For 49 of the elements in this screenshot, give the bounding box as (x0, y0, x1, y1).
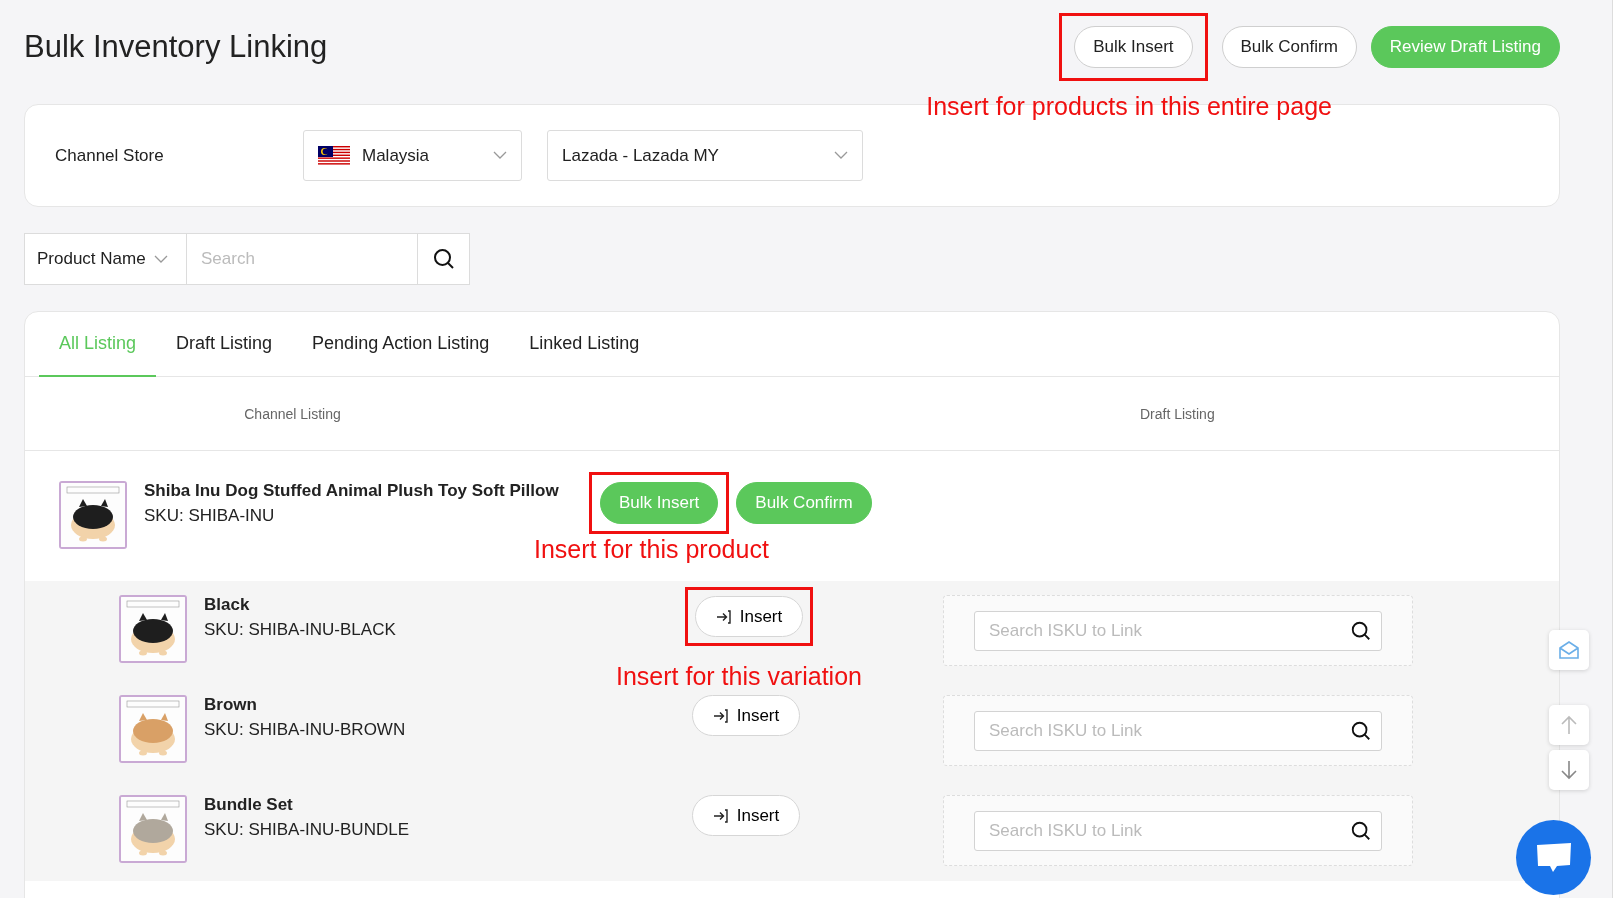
column-header: Draft Listing (1140, 405, 1215, 422)
variation-sku: SKU: SHIBA-INU-BLACK (204, 620, 397, 640)
arrow-up-icon (1560, 715, 1578, 735)
search-icon (1350, 819, 1372, 842)
field-label: Channel Store (55, 145, 165, 166)
field-select[interactable]: Product Name (24, 233, 187, 285)
product-sku: SKU: SHIBA-INU (144, 506, 276, 526)
chat-bubble-icon (1535, 841, 1572, 874)
mail-button[interactable] (1549, 630, 1589, 670)
search-field[interactable]: Search (187, 233, 418, 285)
column-header: Channel Listing (244, 405, 341, 422)
annotation-text: Insert for this variation (616, 662, 862, 691)
chevron-down-icon (493, 151, 507, 160)
tab[interactable]: Draft Listing (156, 312, 293, 377)
arrow-down-icon (1560, 760, 1578, 780)
variation-sku: SKU: SHIBA-INU-BROWN (204, 720, 407, 740)
product-name: Shiba Inu Dog Stuffed Animal Plush Toy Soft Pillow (144, 481, 560, 501)
country-select[interactable]: Malaysia (303, 130, 522, 181)
annotation-text: Insert for this product (534, 535, 769, 564)
annotation-text: Insert for products in this entire page (926, 92, 1332, 121)
page-title: Bulk Inventory Linking (24, 29, 328, 65)
tab[interactable]: Linked Listing (509, 312, 660, 377)
variation-name: Brown (204, 695, 258, 715)
isku-search-field[interactable]: Search ISKU to Link (974, 610, 1382, 651)
mail-icon (1558, 640, 1580, 660)
search-icon (431, 247, 456, 271)
variation-name: Bundle Set (204, 795, 294, 815)
header-button[interactable]: Bulk Confirm (1221, 26, 1357, 68)
variation-name: Black (204, 595, 251, 615)
search-button[interactable] (418, 233, 470, 285)
flag-icon (318, 145, 350, 166)
insert-button[interactable]: Insert (692, 795, 800, 836)
isku-search-field[interactable]: Search ISKU to Link (974, 710, 1382, 751)
insert-button[interactable]: Insert (692, 695, 800, 736)
insert-icon (715, 608, 732, 625)
insert-icon (712, 707, 729, 724)
insert-icon (712, 807, 729, 824)
tab[interactable]: Pending Action Listing (292, 312, 510, 377)
search-icon (1350, 719, 1372, 742)
chevron-down-icon (834, 151, 848, 160)
insert-button[interactable]: Insert (695, 596, 803, 637)
isku-search-field[interactable]: Search ISKU to Link (974, 810, 1382, 851)
header-button[interactable]: Bulk Insert (1074, 26, 1193, 68)
variation-sku: SKU: SHIBA-INU-BUNDLE (204, 820, 410, 840)
scroll-up-button[interactable] (1549, 705, 1589, 745)
search-icon (1350, 619, 1372, 642)
scroll-down-button[interactable] (1549, 750, 1589, 790)
chevron-down-icon (153, 254, 168, 264)
store-select[interactable]: Lazada - Lazada MY (547, 130, 863, 181)
